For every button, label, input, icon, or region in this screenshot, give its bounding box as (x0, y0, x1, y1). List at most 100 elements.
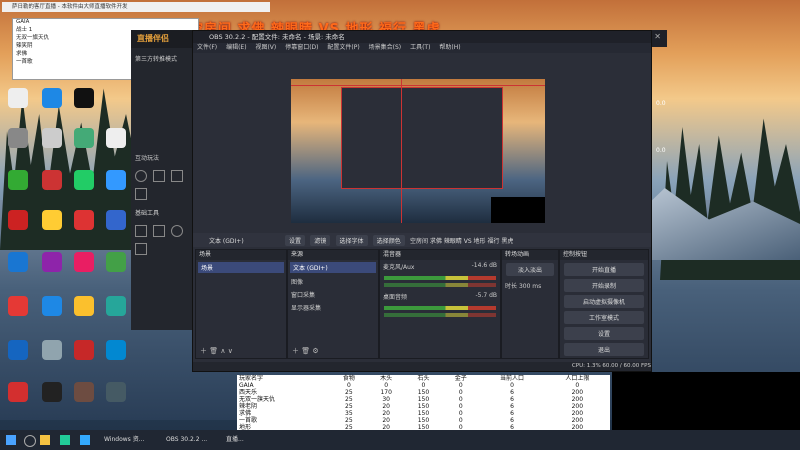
desktop-icon[interactable] (8, 210, 28, 230)
taskbar-explorer[interactable]: Windows 资... (100, 434, 148, 446)
down-icon[interactable]: ∨ (228, 347, 233, 355)
desktop-icon[interactable] (106, 296, 126, 316)
table-header: 人口上限 (565, 375, 590, 382)
transition-duration[interactable]: 时长 300 ms (502, 279, 558, 292)
up-icon[interactable]: ∧ (220, 347, 225, 355)
desktop-icon[interactable] (106, 170, 126, 190)
desktop-icon[interactable] (106, 340, 126, 360)
desktop-icon[interactable] (74, 128, 94, 148)
mic-icon[interactable] (135, 170, 147, 182)
camera-icon[interactable] (135, 243, 147, 255)
desktop-icon[interactable] (8, 170, 28, 190)
select-font-button[interactable]: 选择字体 (335, 235, 368, 246)
star-icon[interactable] (135, 188, 147, 200)
taskbar-zhibo[interactable]: 直播... (222, 434, 248, 446)
desktop-icon[interactable] (8, 88, 28, 108)
desktop-icon[interactable] (8, 382, 28, 402)
taskbar-app-icon[interactable] (60, 435, 70, 445)
source-text-value[interactable]: 空房间 求佛 辣眼睛 VS 地形 福行 黑虎 (410, 238, 513, 245)
desktop-icon[interactable] (74, 252, 94, 272)
obs-preview[interactable] (291, 79, 545, 223)
desktop-icon[interactable] (106, 252, 126, 272)
menu-file[interactable]: 文件(F) (197, 44, 217, 51)
add-icon[interactable]: ＋ (200, 347, 207, 355)
desktop-icon[interactable] (106, 128, 126, 148)
menu-edit[interactable]: 编辑(E) (226, 44, 246, 51)
trash-icon[interactable]: 🗑 (209, 347, 218, 355)
desktop-icon[interactable] (74, 210, 94, 230)
zhibo-section-tools: 基础工具 (135, 210, 160, 217)
list-icon[interactable] (135, 225, 147, 237)
search-icon[interactable] (24, 435, 36, 447)
desktop-icon[interactable] (8, 128, 28, 148)
source-settings-button[interactable]: 设置 (285, 235, 306, 246)
desktop-icon[interactable] (106, 210, 126, 230)
mixer-dock: 混音器 麦克风/Aux -14.6 dB 桌面音频 -5.7 dB (379, 249, 501, 359)
desktop-icon[interactable] (42, 128, 62, 148)
obs-window[interactable]: OBS 30.2.2 - 配置文件: 未命名 - 场景: 未命名 文件(F) 编… (192, 30, 652, 372)
source-item[interactable]: 文本 (GDI+) (290, 262, 376, 273)
zhibo-section-interact: 互动玩法 (135, 155, 160, 162)
desktop-icon[interactable] (74, 382, 94, 402)
zhibo-mode-label[interactable]: 第三方转推模式 (131, 48, 195, 69)
desktop-icon[interactable] (42, 296, 62, 316)
desktop-icon[interactable] (74, 170, 94, 190)
desktop-icon[interactable] (42, 210, 62, 230)
obs-menu-bar: 文件(F) 编辑(E) 视图(V) 停靠窗口(D) 配置文件(P) 场景集合(S… (193, 43, 651, 53)
taskbar-app-icon[interactable] (40, 435, 50, 445)
transition-select[interactable]: 淡入淡出 (506, 263, 554, 276)
settings-button[interactable]: 设置 (564, 327, 644, 340)
desktop-icon[interactable] (42, 88, 62, 108)
studio-mode-button[interactable]: 工作室模式 (564, 311, 644, 324)
desktop-icon[interactable] (8, 252, 28, 272)
source-toolbar: 文本 (GDI+) 设置 滤镜 选择字体 选择颜色 空房间 求佛 辣眼睛 VS … (193, 233, 651, 247)
desktop-icon[interactable] (8, 296, 28, 316)
start-recording-button[interactable]: 开始录制 (564, 279, 644, 292)
mixer-meter (384, 306, 496, 310)
source-filters-button[interactable]: 滤镜 (310, 235, 331, 246)
source-item[interactable]: 图像 (288, 275, 378, 288)
clock-icon[interactable] (171, 225, 183, 237)
table-row: 辣老阴 25 20 150 0 6 200 (239, 403, 584, 410)
source-item[interactable]: 窗口采集 (288, 288, 378, 301)
taskbar-app-icon[interactable] (80, 435, 90, 445)
desktop-icon[interactable] (42, 252, 62, 272)
desktop-icon[interactable] (8, 340, 28, 360)
mixer-meter (384, 276, 496, 280)
menu-scene-collection[interactable]: 场景集合(S) (369, 44, 402, 51)
desktop-icon[interactable] (106, 382, 126, 402)
obs-status-bar: CPU: 1.3% 60.00 / 60.00 FPS (193, 362, 651, 371)
gear-icon[interactable]: ⚙ (312, 347, 318, 355)
start-virtual-camera-button[interactable]: 启动虚拟摄像机 (564, 295, 644, 308)
controls-dock: 控制按钮 开始直播 开始录制 启动虚拟摄像机 工作室模式 设置 退出 (559, 249, 649, 359)
menu-tools[interactable]: 工具(T) (410, 44, 430, 51)
desktop-icon[interactable] (74, 340, 94, 360)
close-icon[interactable]: ✕ (654, 32, 661, 41)
desktop-icon[interactable] (42, 382, 62, 402)
select-color-button[interactable]: 选择颜色 (372, 235, 405, 246)
add-icon[interactable]: ＋ (292, 347, 299, 355)
scene-item[interactable]: 场景 (198, 262, 284, 273)
menu-docks[interactable]: 停靠窗口(D) (285, 44, 318, 51)
desktop-icon[interactable] (42, 340, 62, 360)
menu-profile[interactable]: 配置文件(P) (327, 44, 359, 51)
sources-dock-header: 来源 (288, 250, 378, 260)
desktop-icon[interactable] (74, 296, 94, 316)
menu-help[interactable]: 帮助(H) (439, 44, 460, 51)
table-row: 西天乐 25 170 150 0 6 200 (239, 389, 584, 396)
small-top-window[interactable]: 萨日勒的客厅直播 - 本软件由大师直播软件开发 (2, 2, 270, 12)
zhibo-banlv-window[interactable]: 直播伴侣 第三方转推模式 互动玩法 基础工具 (131, 30, 195, 330)
shield-icon[interactable] (153, 170, 165, 182)
table-header-row: 玩家名字 食物 木头 石头 金子 当前人口 人口上限 (237, 375, 610, 382)
taskbar-obs[interactable]: OBS 30.2.2 ... (162, 434, 211, 446)
trash-icon[interactable]: 🗑 (301, 347, 310, 355)
desktop-icon[interactable] (42, 170, 62, 190)
source-item[interactable]: 显示器采集 (288, 301, 378, 314)
download-icon[interactable] (171, 170, 183, 182)
start-streaming-button[interactable]: 开始直播 (564, 263, 644, 276)
menu-view[interactable]: 视图(V) (255, 44, 276, 51)
desktop-icon[interactable] (74, 88, 94, 108)
chart-icon[interactable] (153, 225, 165, 237)
exit-button[interactable]: 退出 (564, 343, 644, 356)
windows-start-icon[interactable] (6, 435, 16, 445)
